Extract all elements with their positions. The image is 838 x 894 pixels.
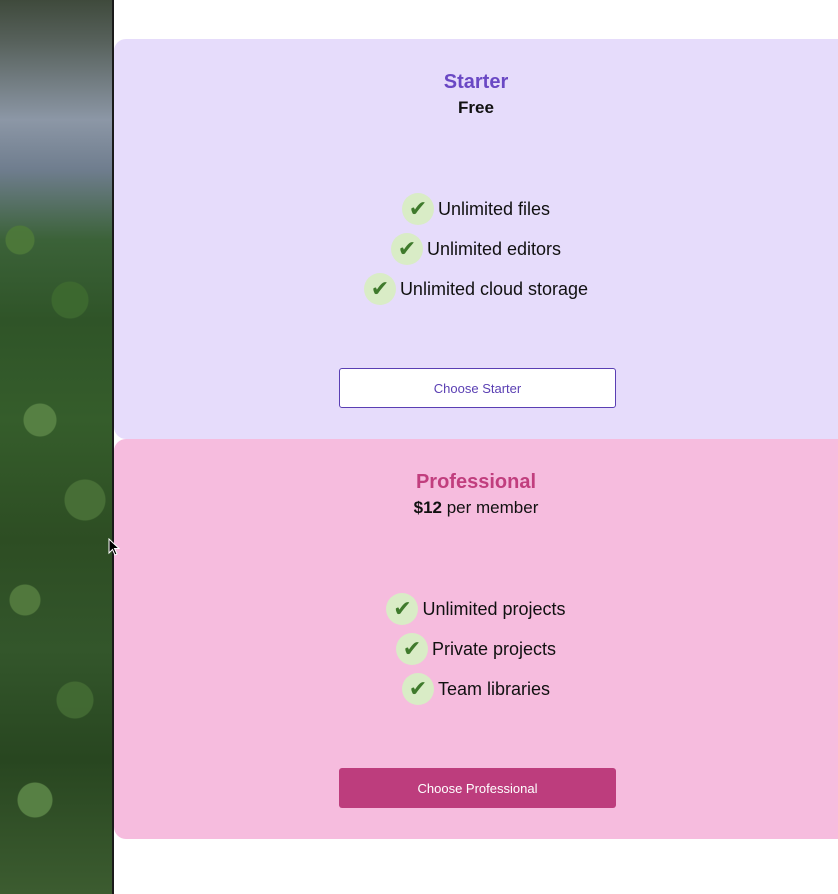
feature-item: ✔ Private projects <box>114 629 838 669</box>
check-icon: ✔ <box>390 233 423 265</box>
check-icon: ✔ <box>386 593 419 625</box>
feature-label: Private projects <box>431 638 557 659</box>
plan-name: Starter <box>443 71 509 93</box>
plan-price-amount: Free <box>458 98 494 117</box>
choose-professional-button[interactable]: Choose Professional <box>339 768 616 808</box>
feature-label: Unlimited editors <box>426 238 562 259</box>
check-icon: ✔ <box>401 673 434 705</box>
feature-item: ✔ Unlimited projects <box>114 589 838 629</box>
plan-price: Free <box>114 98 838 118</box>
feature-item: ✔ Unlimited cloud storage <box>114 269 838 309</box>
plan-card-professional: Professional $12 per member ✔ Unlimited … <box>114 439 838 839</box>
desktop-wallpaper <box>0 0 112 894</box>
check-icon: ✔ <box>363 273 396 305</box>
feature-item: ✔ Unlimited editors <box>114 229 838 269</box>
plan-price-amount: $12 <box>413 498 442 517</box>
plan-name: Professional <box>415 471 537 493</box>
feature-list: ✔ Unlimited projects ✔ Private projects … <box>114 589 838 709</box>
pricing-page: Starter Free ✔ Unlimited files ✔ Unlimit… <box>114 0 838 894</box>
feature-item: ✔ Team libraries <box>114 669 838 709</box>
feature-item: ✔ Unlimited files <box>114 189 838 229</box>
feature-label: Unlimited projects <box>422 598 566 619</box>
check-icon: ✔ <box>401 193 434 225</box>
feature-list: ✔ Unlimited files ✔ Unlimited editors ✔ … <box>114 189 838 309</box>
plan-price-suffix: per member <box>442 498 539 517</box>
feature-label: Team libraries <box>437 678 551 699</box>
feature-label: Unlimited files <box>437 198 551 219</box>
plan-card-starter: Starter Free ✔ Unlimited files ✔ Unlimit… <box>114 39 838 439</box>
choose-starter-button[interactable]: Choose Starter <box>339 368 616 408</box>
feature-label: Unlimited cloud storage <box>399 278 589 299</box>
plan-price: $12 per member <box>114 498 838 518</box>
check-icon: ✔ <box>395 633 428 665</box>
mouse-cursor-icon <box>108 538 120 556</box>
